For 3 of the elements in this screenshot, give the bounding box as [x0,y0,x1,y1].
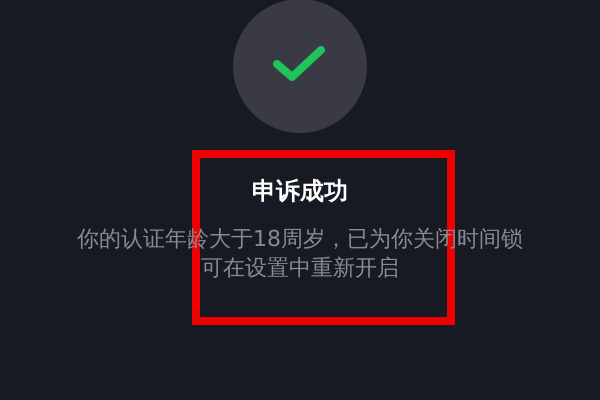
result-title: 申诉成功 [252,176,348,207]
message-text: 可在设置中重新开启 [201,255,399,283]
checkmark-icon [272,44,326,84]
